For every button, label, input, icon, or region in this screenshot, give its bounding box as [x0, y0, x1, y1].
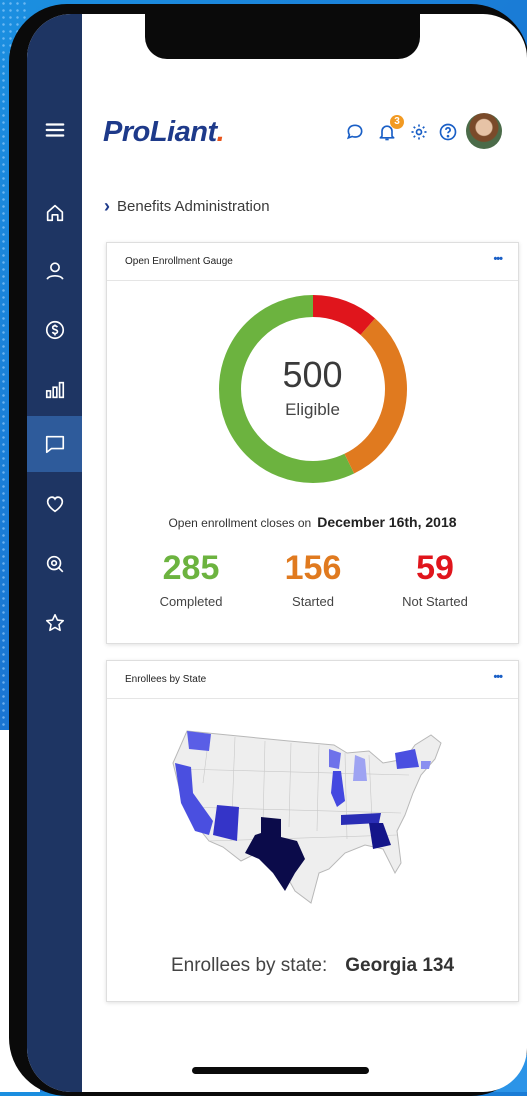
- open-enrollment-card: Open Enrollment Gauge ••• 500 Eligible O…: [106, 242, 519, 644]
- search-icon: [46, 555, 63, 573]
- stat-label: Started: [292, 594, 334, 609]
- sidebar-item-search[interactable]: [27, 541, 82, 587]
- closes-date: December 16th, 2018: [317, 514, 457, 530]
- eligible-label: Eligible: [285, 400, 340, 419]
- state-arizona: [213, 805, 239, 841]
- stat-completed[interactable]: 285 Completed: [131, 549, 251, 609]
- user-avatar[interactable]: [466, 113, 502, 149]
- closes-prefix: Open enrollment closes on: [168, 516, 312, 530]
- phone-notch: [145, 14, 420, 59]
- sidebar: [27, 14, 82, 1092]
- logo-text: ProLiant: [103, 116, 217, 148]
- sidebar-item-home[interactable]: [27, 190, 82, 236]
- card-title: Open Enrollment Gauge: [125, 256, 233, 267]
- stat-label: Completed: [159, 594, 223, 609]
- app-screen: ProLiant. 3 › Benefits Administration Op…: [27, 14, 527, 1092]
- notification-badge: 3: [390, 115, 404, 129]
- card-header: Open Enrollment Gauge •••: [107, 243, 518, 281]
- sidebar-item-people[interactable]: [27, 248, 82, 294]
- dollar-icon: [45, 320, 64, 340]
- breadcrumb[interactable]: › Benefits Administration: [104, 196, 270, 217]
- eligible-count: 500: [282, 354, 343, 395]
- enrollment-closes: Open enrollment closes on December 16th, …: [107, 514, 518, 530]
- breadcrumb-label: Benefits Administration: [117, 198, 270, 215]
- stat-value: 285: [162, 549, 220, 587]
- proliant-logo[interactable]: ProLiant.: [103, 116, 225, 149]
- person-icon: [45, 262, 64, 280]
- gear-icon[interactable]: [409, 122, 429, 142]
- stat-value: 59: [416, 549, 454, 587]
- stat-value: 156: [284, 549, 342, 587]
- enrollees-label: Enrollees by state:: [170, 955, 328, 976]
- logo-dot: .: [216, 116, 225, 148]
- us-map[interactable]: [169, 723, 454, 923]
- phone-frame: ProLiant. 3 › Benefits Administration Op…: [9, 4, 527, 1096]
- bar-chart-icon: [45, 381, 64, 399]
- star-icon: [45, 613, 64, 632]
- enrollees-by-state-card: Enrollees by State ••• Enrollees by stat…: [106, 660, 519, 1002]
- sidebar-item-reports[interactable]: [27, 367, 82, 413]
- hamburger-icon: [45, 123, 64, 137]
- home-icon: [46, 204, 63, 222]
- card-header: Enrollees by State •••: [107, 661, 518, 699]
- enrollees-value: Georgia 134: [345, 955, 455, 976]
- sidebar-item-wellness[interactable]: [27, 481, 82, 527]
- home-indicator: [192, 1067, 369, 1074]
- stat-started[interactable]: 156 Started: [253, 549, 373, 609]
- state-massachusetts: [421, 761, 431, 769]
- more-options-icon[interactable]: •••: [493, 253, 503, 265]
- card-title: Enrollees by State: [125, 674, 207, 685]
- message-icon: [45, 435, 64, 454]
- menu-button[interactable]: [27, 107, 82, 153]
- help-icon[interactable]: [438, 122, 458, 142]
- stat-not-started[interactable]: 59 Not Started: [375, 549, 495, 609]
- more-options-icon[interactable]: •••: [493, 671, 503, 683]
- state-washington: [187, 731, 211, 751]
- chevron-right-icon: ›: [104, 196, 110, 216]
- heart-icon: [46, 496, 63, 513]
- sidebar-item-benefits[interactable]: [27, 416, 82, 472]
- chat-icon[interactable]: [345, 122, 365, 142]
- sidebar-item-favorites[interactable]: [27, 600, 82, 646]
- state-new-york: [395, 749, 419, 769]
- sidebar-item-payroll[interactable]: [27, 307, 82, 353]
- stat-label: Not Started: [402, 594, 468, 609]
- enrollees-summary: Enrollees by state: Georgia 134: [107, 955, 518, 977]
